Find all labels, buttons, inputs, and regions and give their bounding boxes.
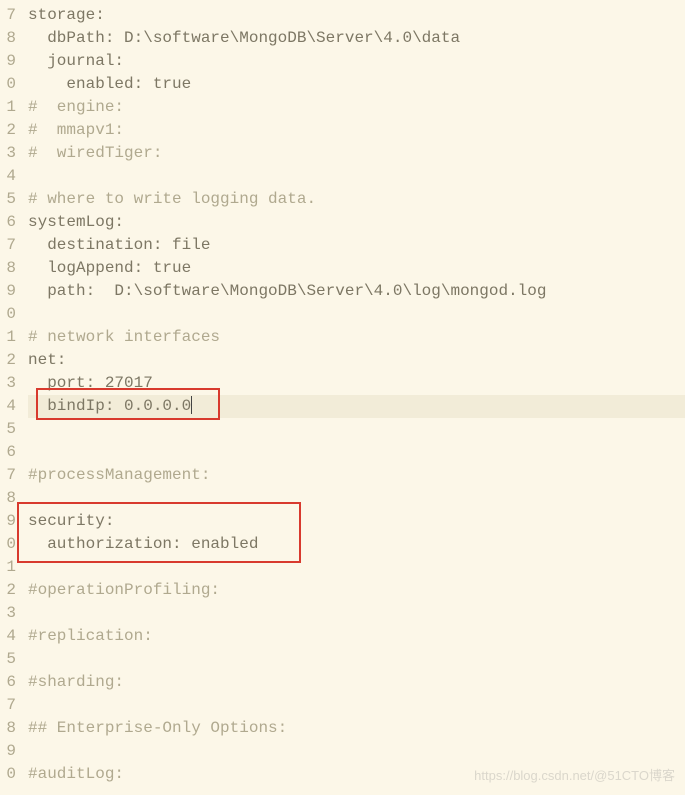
line-number: 1 [2,326,16,349]
code-line: # wiredTiger: [28,142,685,165]
line-number: 9 [2,740,16,763]
code-area[interactable]: storage: dbPath: D:\software\MongoDB\Ser… [22,0,685,790]
line-number: 7 [2,234,16,257]
code-line: #processManagement: [28,464,685,487]
code-line: dbPath: D:\software\MongoDB\Server\4.0\d… [28,27,685,50]
code-line [28,740,685,763]
line-number: 8 [2,27,16,50]
code-line: journal: [28,50,685,73]
code-line: storage: [28,4,685,27]
code-line: net: [28,349,685,372]
line-number: 9 [2,50,16,73]
code-line: destination: file [28,234,685,257]
line-number: 0 [2,73,16,96]
line-number: 8 [2,717,16,740]
line-number: 6 [2,671,16,694]
line-number: 9 [2,280,16,303]
code-line: systemLog: [28,211,685,234]
line-number: 4 [2,395,16,418]
code-line [28,303,685,326]
line-number: 2 [2,119,16,142]
code-line [28,165,685,188]
code-line: # where to write logging data. [28,188,685,211]
line-number: 7 [2,4,16,27]
text-cursor [191,396,192,414]
code-line [28,487,685,510]
code-line: authorization: enabled [28,533,685,556]
code-editor: 7 8 9 0 1 2 3 4 5 6 7 8 9 0 1 2 3 4 5 6 … [0,0,685,790]
code-line: # engine: [28,96,685,119]
code-line: #sharding: [28,671,685,694]
code-line-current: bindIp: 0.0.0.0 [28,395,685,418]
line-number: 1 [2,556,16,579]
code-line: path: D:\software\MongoDB\Server\4.0\log… [28,280,685,303]
line-number: 5 [2,188,16,211]
line-number: 2 [2,349,16,372]
code-line: #operationProfiling: [28,579,685,602]
line-number: 4 [2,165,16,188]
code-line [28,556,685,579]
line-number: 6 [2,441,16,464]
code-line [28,602,685,625]
code-text: bindIp: 0.0.0.0 [28,397,191,415]
line-number: 0 [2,763,16,786]
code-line: ## Enterprise-Only Options: [28,717,685,740]
line-number: 8 [2,487,16,510]
code-line: enabled: true [28,73,685,96]
code-line: port: 27017 [28,372,685,395]
code-line [28,441,685,464]
line-number: 0 [2,303,16,326]
line-number: 5 [2,418,16,441]
code-line [28,418,685,441]
code-line: #replication: [28,625,685,648]
line-number: 2 [2,579,16,602]
code-line [28,648,685,671]
line-number: 9 [2,510,16,533]
code-line: #auditLog: [28,763,685,786]
code-line: # network interfaces [28,326,685,349]
line-number: 4 [2,625,16,648]
line-number: 5 [2,648,16,671]
line-number: 6 [2,211,16,234]
line-number-gutter: 7 8 9 0 1 2 3 4 5 6 7 8 9 0 1 2 3 4 5 6 … [0,0,22,790]
code-line: # mmapv1: [28,119,685,142]
line-number: 3 [2,602,16,625]
line-number: 3 [2,142,16,165]
line-number: 0 [2,533,16,556]
code-line [28,694,685,717]
code-line: security: [28,510,685,533]
line-number: 7 [2,694,16,717]
line-number: 8 [2,257,16,280]
line-number: 1 [2,96,16,119]
line-number: 7 [2,464,16,487]
line-number: 3 [2,372,16,395]
code-line: logAppend: true [28,257,685,280]
